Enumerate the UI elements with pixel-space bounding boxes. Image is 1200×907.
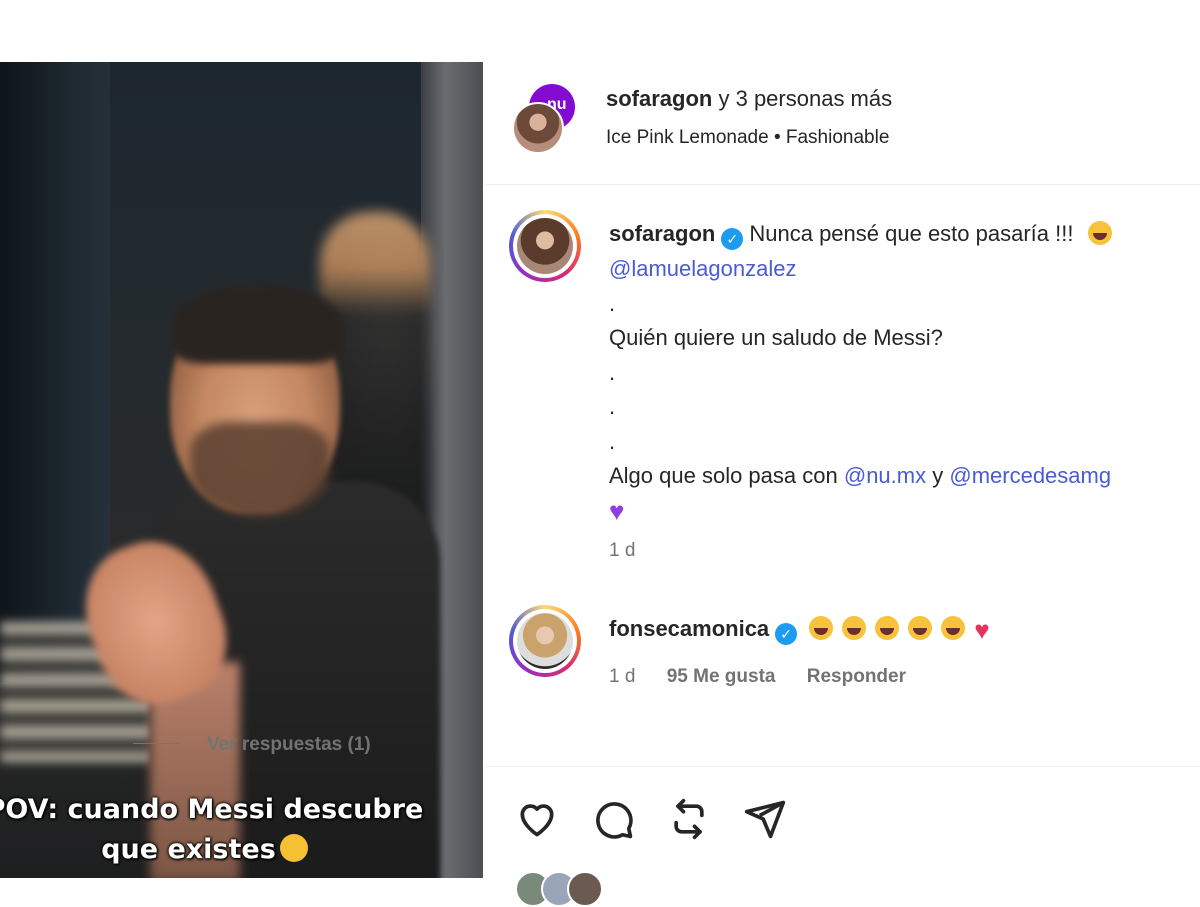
comment-fonsecamonica: fonsecamonica ✓ ♥ 1 d 95 Me gusta Respond…: [485, 605, 1200, 705]
caption-dot: .: [609, 360, 616, 385]
caption-line-messi: Quién quiere un saludo de Messi?: [609, 325, 943, 350]
fonsecamonica-avatar-image: [517, 613, 573, 669]
post-caption: sofaragon ✓ Nunca pensé que esto pasaría !…: [485, 210, 1200, 570]
comment-line: fonsecamonica ✓ ♥: [609, 612, 990, 648]
video-caption-line1: POV: cuando Messi descubre: [0, 794, 424, 825]
red-heart-emoji-icon: ♥: [974, 615, 990, 645]
comment-likes[interactable]: 95 Me gusta: [667, 666, 776, 687]
verified-icon: ✓: [775, 623, 798, 645]
caption-dot: .: [609, 291, 616, 316]
caption-time[interactable]: 1 d: [609, 540, 635, 562]
liker-avatar: [567, 871, 603, 907]
caption-line-1: sofaragon ✓ Nunca pensé que esto pasaría !…: [609, 217, 1121, 252]
purple-heart-emoji-icon: ♥: [609, 496, 625, 526]
repost-icon: [674, 798, 704, 840]
caption-dot: .: [609, 429, 616, 454]
winking-tongue-emoji-icon: [1087, 221, 1112, 245]
collaborators: sofaragon y 3 personas más: [606, 86, 892, 112]
sofaragon-avatar-image: [517, 218, 573, 274]
comment-icon: [596, 802, 633, 839]
header-username[interactable]: sofaragon: [606, 86, 712, 111]
like-button[interactable]: [515, 797, 559, 841]
video-caption-line2-wrap: que existes: [0, 830, 427, 870]
laughing-emoji-icon: [875, 616, 900, 640]
sofaragon-header-avatar[interactable]: [512, 102, 564, 154]
avatar-ring-inner: [513, 609, 577, 673]
video-person-hair: [172, 284, 342, 364]
sofaragon-avatar[interactable]: [509, 210, 581, 282]
comment-button[interactable]: [591, 797, 635, 841]
repost-button[interactable]: [667, 797, 711, 841]
laughing-emoji-icon: [908, 616, 933, 640]
laughing-emoji-icon: [809, 616, 834, 640]
mention-mercedesamg[interactable]: @mercedesamg: [949, 463, 1111, 488]
audio-track[interactable]: Ice Pink Lemonade • Fashionable: [606, 127, 889, 149]
comment-time[interactable]: 1 d: [609, 666, 635, 687]
post-header: nu sofaragon y 3 personas más Ice Pink L…: [485, 62, 1200, 185]
video-caption-line2: que existes: [101, 834, 276, 865]
view-replies-label: Ver respuestas (1): [207, 734, 371, 755]
caption-dot: .: [609, 394, 616, 419]
comment-meta: 1 d 95 Me gusta Responder: [609, 666, 906, 688]
video-caption: POV: cuando Messi descubre que existes: [0, 790, 427, 870]
winking-tongue-emoji-icon: [279, 834, 308, 862]
comment-username[interactable]: fonsecamonica: [609, 616, 769, 641]
mention-nu-mx[interactable]: @nu.mx: [844, 463, 926, 488]
fonsecamonica-avatar[interactable]: [509, 605, 581, 677]
view-replies-button[interactable]: Ver respuestas (1): [133, 734, 371, 756]
share-icon: [744, 800, 786, 839]
avatar-ring-inner: [513, 214, 577, 278]
caption-text: Nunca pensé que esto pasaría !!!: [749, 221, 1074, 246]
caption-line-brands: Algo que solo pasa con @nu.mx y @mercede…: [609, 459, 1111, 494]
caption-and: y: [932, 463, 944, 488]
laughing-emoji-icon: [941, 616, 966, 640]
caption-brands-prefix: Algo que solo pasa con: [609, 463, 838, 488]
heart-icon: [520, 804, 554, 837]
caption-username[interactable]: sofaragon: [609, 221, 715, 246]
action-bar: [485, 766, 1200, 907]
reply-button[interactable]: Responder: [807, 666, 906, 687]
mention-lamuelagonzalez[interactable]: @lamuelagonzalez: [609, 252, 796, 287]
header-others[interactable]: y 3 personas más: [718, 86, 892, 111]
video-person-beard: [190, 422, 330, 517]
share-button[interactable]: [743, 797, 787, 841]
verified-icon: ✓: [721, 228, 744, 250]
laughing-emoji-icon: [842, 616, 867, 640]
view-replies-line: [133, 743, 179, 744]
